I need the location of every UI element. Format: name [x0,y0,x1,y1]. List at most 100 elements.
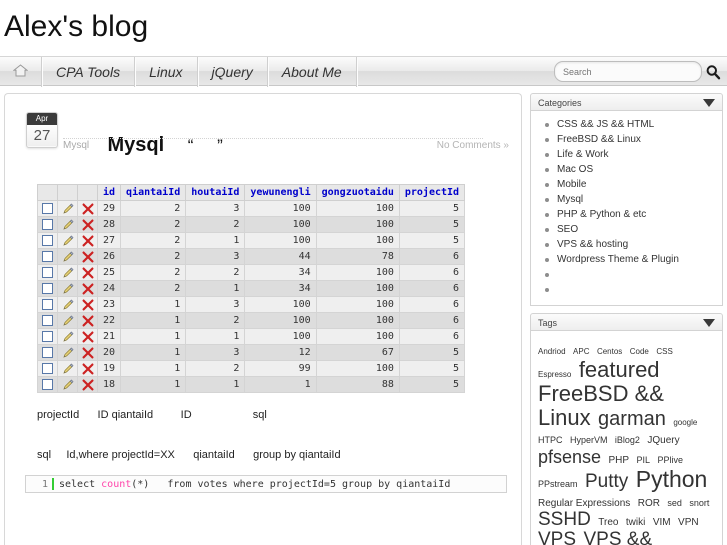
sidebar-category-item[interactable]: Mobile [545,177,722,192]
checkbox-icon[interactable] [42,282,53,294]
code-block[interactable]: 1 select count(*) from votes where proje… [25,475,507,493]
nav-item-cpa-tools[interactable]: CPA Tools [42,57,136,87]
checkbox-icon[interactable] [42,234,53,246]
row-delete-cell[interactable] [77,248,98,265]
nav-item-jquery[interactable]: jQuery [198,57,268,87]
red-x-delete-icon[interactable] [82,203,94,215]
sidebar-category-item[interactable] [545,267,722,282]
sidebar-category-item[interactable]: Mysql [545,192,722,207]
row-delete-cell[interactable] [77,264,98,281]
pencil-edit-icon[interactable] [62,203,74,215]
checkbox-icon[interactable] [42,362,53,374]
row-edit-cell[interactable] [57,264,78,281]
sidebar-category-item[interactable]: Life & Work [545,147,722,162]
row-select-cell[interactable] [37,248,58,265]
row-edit-cell[interactable] [57,200,78,217]
row-delete-cell[interactable] [77,328,98,345]
red-x-delete-icon[interactable] [82,331,94,343]
row-select-cell[interactable] [37,216,58,233]
sidebar-category-item[interactable]: FreeBSD && Linux [545,132,722,147]
row-edit-cell[interactable] [57,376,78,393]
search-icon[interactable] [705,64,721,80]
search-input[interactable] [554,61,702,82]
row-select-cell[interactable] [37,344,58,361]
tag-cloud-item[interactable]: Espresso [538,370,571,379]
row-delete-cell[interactable] [77,216,98,233]
checkbox-icon[interactable] [42,266,53,278]
checkbox-icon[interactable] [42,250,53,262]
row-edit-cell[interactable] [57,280,78,297]
row-delete-cell[interactable] [77,344,98,361]
row-delete-cell[interactable] [77,200,98,217]
checkbox-icon[interactable] [42,346,53,358]
row-edit-cell[interactable] [57,360,78,377]
th-qiantaiid[interactable]: qiantaiId [120,184,187,201]
tag-cloud-item[interactable]: PPstream [538,479,578,489]
tag-cloud-item[interactable]: garman [598,408,666,430]
tag-cloud-item[interactable]: sed [667,498,682,508]
row-select-cell[interactable] [37,264,58,281]
tag-cloud-item[interactable]: HTPC [538,435,563,445]
red-x-delete-icon[interactable] [82,235,94,247]
pencil-edit-icon[interactable] [62,219,74,231]
chevron-down-icon[interactable] [703,99,715,107]
tag-cloud-item[interactable]: Regular Expressions [538,498,630,509]
row-select-cell[interactable] [37,328,58,345]
nav-item-about-me[interactable]: About Me [268,57,357,87]
pencil-edit-icon[interactable] [62,347,74,359]
tag-cloud-item[interactable]: VPS [538,529,576,545]
row-delete-cell[interactable] [77,232,98,249]
tag-cloud-item[interactable]: CSS [656,347,672,356]
sidebar-category-item[interactable]: SEO [545,222,722,237]
tag-cloud-item[interactable]: Centos [597,347,622,356]
tag-cloud-item[interactable]: Andriod [538,347,566,356]
red-x-delete-icon[interactable] [82,251,94,263]
red-x-delete-icon[interactable] [82,219,94,231]
red-x-delete-icon[interactable] [82,267,94,279]
tag-cloud-item[interactable]: snort [689,498,709,508]
pencil-edit-icon[interactable] [62,331,74,343]
row-edit-cell[interactable] [57,296,78,313]
red-x-delete-icon[interactable] [82,299,94,311]
nav-item-home[interactable] [0,57,42,87]
th-id[interactable]: id [96,184,122,201]
tag-cloud-item[interactable]: APC [573,347,589,356]
th-gongzuotaidu[interactable]: gongzuotaidu [315,184,400,201]
checkbox-icon[interactable] [42,218,53,230]
tag-cloud-item[interactable]: featured [579,357,660,382]
sidebar-category-item[interactable]: CSS && JS && HTML [545,117,722,132]
th-houtaiid[interactable]: houtaiId [185,184,246,201]
checkbox-icon[interactable] [42,298,53,310]
sidebar-category-item[interactable]: Mac OS [545,162,722,177]
row-edit-cell[interactable] [57,216,78,233]
row-edit-cell[interactable] [57,344,78,361]
checkbox-icon[interactable] [42,330,53,342]
checkbox-icon[interactable] [42,314,53,326]
th-yewunengli[interactable]: yewunengli [244,184,317,201]
red-x-delete-icon[interactable] [82,379,94,391]
row-delete-cell[interactable] [77,376,98,393]
row-select-cell[interactable] [37,360,58,377]
nav-item-linux[interactable]: Linux [135,57,198,87]
sidebar-category-item[interactable]: PHP & Python & etc [545,207,722,222]
pencil-edit-icon[interactable] [62,267,74,279]
post-comments-link[interactable]: No Comments » [437,140,509,151]
tag-cloud-item[interactable]: iBlog2 [615,435,640,445]
sidebar-category-item[interactable]: Wordpress Theme & Plugin [545,252,722,267]
tag-cloud-item[interactable]: PPlive [657,455,683,465]
pencil-edit-icon[interactable] [62,251,74,263]
pencil-edit-icon[interactable] [62,283,74,295]
checkbox-icon[interactable] [42,378,53,390]
row-delete-cell[interactable] [77,296,98,313]
tag-cloud-item[interactable]: twiki [626,517,645,528]
tag-cloud-item[interactable]: JQuery [647,435,679,446]
tag-cloud-item[interactable]: google [673,418,697,427]
pencil-edit-icon[interactable] [62,363,74,375]
th-projectid[interactable]: projectId [398,184,466,201]
tag-cloud-item[interactable]: VIM [653,517,671,528]
chevron-down-icon[interactable] [703,319,715,327]
checkbox-icon[interactable] [42,202,53,214]
tag-cloud-item[interactable]: Python [636,466,708,492]
row-edit-cell[interactable] [57,232,78,249]
tag-cloud-item[interactable]: PIL [637,455,651,465]
